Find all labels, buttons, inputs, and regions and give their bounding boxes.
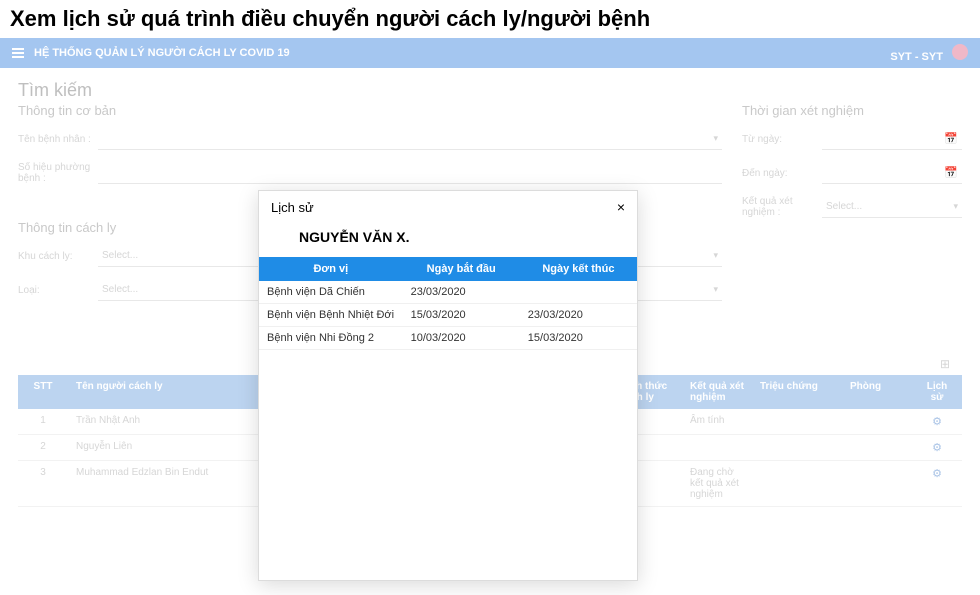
modal-table-row: Bệnh viện Bệnh Nhiệt Đới 15/03/2020 23/0… xyxy=(259,304,637,327)
user-org-label: SYT - SYT xyxy=(890,51,943,63)
search-title: Tìm kiếm xyxy=(18,80,962,101)
to-date-input[interactable]: 📅 xyxy=(822,162,962,184)
test-time-label: Thời gian xét nghiệm xyxy=(742,103,962,118)
close-icon[interactable]: × xyxy=(617,199,625,215)
modal-table-row: Bệnh viện Dã Chiến 23/03/2020 xyxy=(259,281,637,304)
patient-name-label: Tên bệnh nhân : xyxy=(18,134,98,145)
modal-table-row: Bệnh viện Nhi Đồng 2 10/03/2020 15/03/20… xyxy=(259,327,637,350)
gear-icon[interactable]: ⚙ xyxy=(932,416,942,428)
type-label: Loại: xyxy=(18,285,98,296)
export-icon[interactable]: ⊞ xyxy=(940,357,950,371)
calendar-icon: 📅 xyxy=(944,132,958,145)
from-date-input[interactable]: 📅 xyxy=(822,128,962,150)
chevron-down-icon: ▾ xyxy=(713,250,718,261)
menu-icon[interactable] xyxy=(12,48,24,58)
mcol-end: Ngày kết thúc xyxy=(520,257,637,281)
modal-person-name: NGUYỄN VĂN X. xyxy=(259,223,637,257)
gear-icon[interactable]: ⚙ xyxy=(932,468,942,480)
quarantine-zone-label: Khu cách ly: xyxy=(18,251,98,262)
to-date-label: Đến ngày: xyxy=(742,168,822,179)
basic-info-label: Thông tin cơ bản xyxy=(18,103,722,118)
test-result-select[interactable]: Select...▾ xyxy=(822,196,962,218)
col-lichsu: Lịch sử xyxy=(912,375,962,409)
modal-title: Lịch sử xyxy=(271,200,314,215)
mcol-unit: Đơn vị xyxy=(259,257,403,281)
chevron-down-icon: ▾ xyxy=(713,133,718,144)
app-background: HỆ THỐNG QUẢN LÝ NGƯỜI CÁCH LY COVID 19 … xyxy=(0,38,980,595)
col-name: Tên người cách ly xyxy=(68,375,268,409)
ward-no-label: Số hiệu phường bệnh : xyxy=(18,162,98,184)
col-phong: Phòng xyxy=(842,375,912,409)
history-modal: Lịch sử × NGUYỄN VĂN X. Đơn vị Ngày bắt … xyxy=(258,190,638,581)
test-result-label: Kết quả xét nghiệm : xyxy=(742,196,822,218)
chevron-down-icon: ▾ xyxy=(953,201,958,212)
calendar-icon: 📅 xyxy=(944,166,958,179)
col-kq: Kết quả xét nghiệm xyxy=(682,375,752,409)
modal-table-header: Đơn vị Ngày bắt đầu Ngày kết thúc xyxy=(259,257,637,281)
avatar[interactable] xyxy=(952,44,968,60)
ward-no-input[interactable] xyxy=(98,162,722,184)
gear-icon[interactable]: ⚙ xyxy=(932,442,942,454)
chevron-down-icon: ▾ xyxy=(713,284,718,295)
topbar: HỆ THỐNG QUẢN LÝ NGƯỜI CÁCH LY COVID 19 … xyxy=(0,38,980,68)
page-heading: Xem lịch sử quá trình điều chuyển người … xyxy=(0,0,980,38)
col-stt: STT xyxy=(18,375,68,409)
app-title: HỆ THỐNG QUẢN LÝ NGƯỜI CÁCH LY COVID 19 xyxy=(34,47,290,59)
patient-name-input[interactable]: ▾ xyxy=(98,128,722,150)
mcol-start: Ngày bắt đầu xyxy=(403,257,520,281)
from-date-label: Từ ngày: xyxy=(742,134,822,145)
col-trieu: Triệu chứng xyxy=(752,375,842,409)
